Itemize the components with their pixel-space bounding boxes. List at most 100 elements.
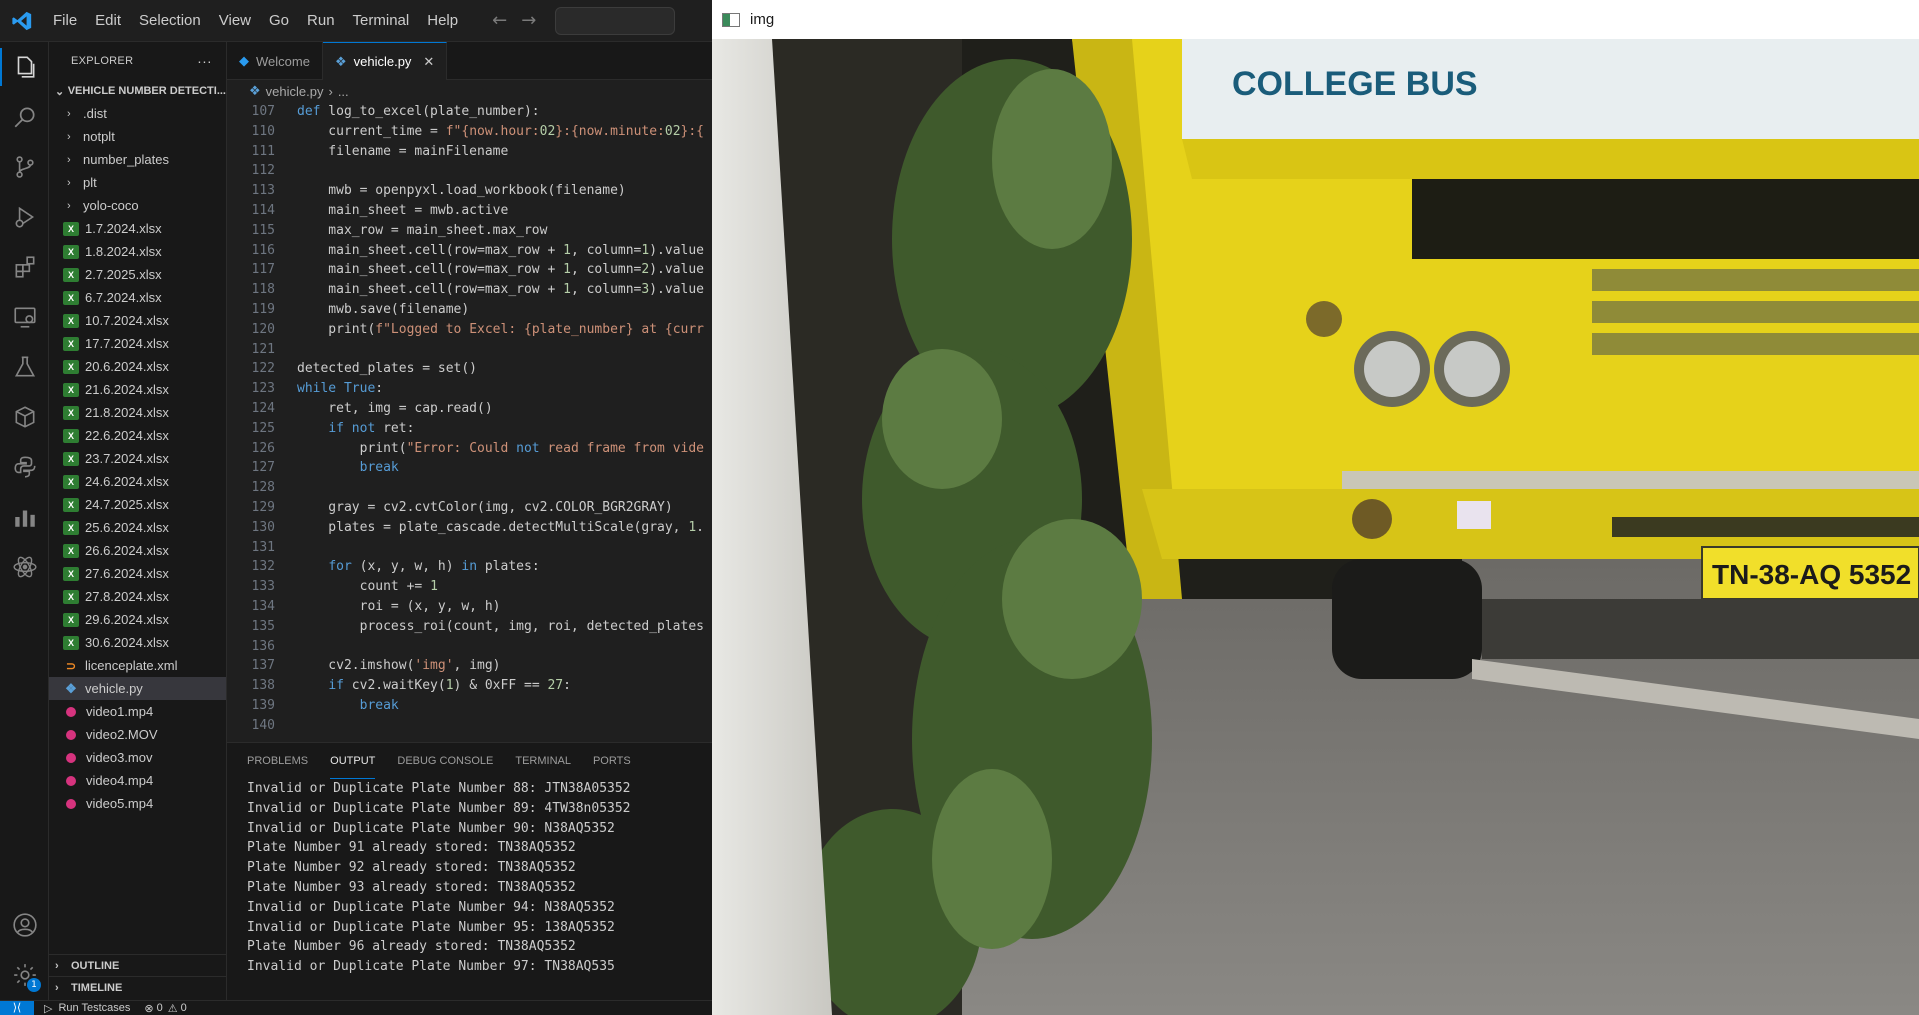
- tree-file-xlsx[interactable]: X 2.7.2025.xlsx: [49, 263, 226, 286]
- tab-problems[interactable]: PROBLEMS: [247, 743, 308, 779]
- code-line[interactable]: 132 for (x, y, w, h) in plates:: [227, 557, 712, 577]
- tab-output[interactable]: OUTPUT: [330, 743, 376, 779]
- menu-edit[interactable]: Edit: [86, 0, 130, 42]
- code-line[interactable]: 122 detected_plates = set(): [227, 359, 712, 379]
- tree-file-xlsx[interactable]: X 23.7.2024.xlsx: [49, 447, 226, 470]
- code-line[interactable]: 107 def log_to_excel(plate_number):: [227, 102, 712, 122]
- tree-folder[interactable]: › notplt: [49, 125, 226, 148]
- code-line[interactable]: 116 main_sheet.cell(row=max_row + 1, col…: [227, 241, 712, 261]
- tree-file-video[interactable]: video3.mov: [49, 746, 226, 769]
- breadcrumb-file[interactable]: vehicle.py: [266, 84, 324, 99]
- tab-terminal[interactable]: TERMINAL: [515, 743, 571, 779]
- tree-file-xlsx[interactable]: X 1.7.2024.xlsx: [49, 217, 226, 240]
- remote-explorer-icon[interactable]: [0, 292, 49, 342]
- warning-count[interactable]: 0: [181, 1002, 187, 1014]
- code-line[interactable]: 139 break: [227, 696, 712, 716]
- packages-icon[interactable]: [0, 392, 49, 442]
- code-line[interactable]: 134 roi = (x, y, w, h): [227, 597, 712, 617]
- menu-help[interactable]: Help: [418, 0, 467, 42]
- back-arrow-icon[interactable]: ←: [485, 10, 514, 31]
- tree-file-xlsx[interactable]: X 26.6.2024.xlsx: [49, 539, 226, 562]
- menu-file[interactable]: File: [44, 0, 86, 42]
- tree-file-xlsx[interactable]: X 27.8.2024.xlsx: [49, 585, 226, 608]
- extensions-icon[interactable]: [0, 242, 49, 292]
- tab-vehicle-py[interactable]: ❖ vehicle.py ✕: [322, 42, 448, 80]
- menu-selection[interactable]: Selection: [130, 0, 210, 42]
- code-line[interactable]: 138 if cv2.waitKey(1) & 0xFF == 27:: [227, 676, 712, 696]
- tree-file-xlsx[interactable]: X 22.6.2024.xlsx: [49, 424, 226, 447]
- tree-file-xlsx[interactable]: X 25.6.2024.xlsx: [49, 516, 226, 539]
- tab-debug-console[interactable]: DEBUG CONSOLE: [397, 743, 493, 779]
- code-line[interactable]: 123 while True:: [227, 379, 712, 399]
- tree-file-xlsx[interactable]: X 21.6.2024.xlsx: [49, 378, 226, 401]
- tree-folder[interactable]: › .dist: [49, 102, 226, 125]
- code-line[interactable]: 121: [227, 340, 712, 360]
- code-line[interactable]: 118 main_sheet.cell(row=max_row + 1, col…: [227, 280, 712, 300]
- tree-file-xlsx[interactable]: X 24.7.2025.xlsx: [49, 493, 226, 516]
- testing-flask-icon[interactable]: [0, 342, 49, 392]
- tree-file-xlsx[interactable]: X 24.6.2024.xlsx: [49, 470, 226, 493]
- tree-file-xlsx[interactable]: X 10.7.2024.xlsx: [49, 309, 226, 332]
- tree-folder[interactable]: › number_plates: [49, 148, 226, 171]
- command-center-search[interactable]: [555, 6, 676, 35]
- atom-icon[interactable]: [0, 542, 49, 592]
- tree-folder[interactable]: › plt: [49, 171, 226, 194]
- opencv-image-window[interactable]: img COLLEGE BUS TN-38-AQ 5352: [712, 0, 1919, 1015]
- menu-go[interactable]: Go: [260, 0, 298, 42]
- code-line[interactable]: 130 plates = plate_cascade.detectMultiSc…: [227, 518, 712, 538]
- close-icon[interactable]: ✕: [423, 54, 434, 70]
- code-line[interactable]: 136: [227, 637, 712, 657]
- settings-gear-icon[interactable]: 1: [0, 950, 49, 1000]
- code-line[interactable]: 125 if not ret:: [227, 419, 712, 439]
- code-line[interactable]: 140: [227, 716, 712, 736]
- forward-arrow-icon[interactable]: →: [514, 10, 543, 31]
- code-line[interactable]: 131: [227, 538, 712, 558]
- tree-file-xlsx[interactable]: X 21.8.2024.xlsx: [49, 401, 226, 424]
- outline-section[interactable]: › OUTLINE: [49, 954, 227, 976]
- code-line[interactable]: 126 print("Error: Could not read frame f…: [227, 439, 712, 459]
- workspace-folder-header[interactable]: ⌄ VEHICLE NUMBER DETECTI...: [49, 80, 226, 102]
- code-line[interactable]: 110 current_time = f"{now.hour:02}:{now.…: [227, 122, 712, 142]
- code-line[interactable]: 114 main_sheet = mwb.active: [227, 201, 712, 221]
- image-window-titlebar[interactable]: img: [712, 0, 1919, 39]
- tree-file-xlsx[interactable]: X 27.6.2024.xlsx: [49, 562, 226, 585]
- code-line[interactable]: 129 gray = cv2.cvtColor(img, cv2.COLOR_B…: [227, 498, 712, 518]
- chart-icon[interactable]: [0, 492, 49, 542]
- code-line[interactable]: 111 filename = mainFilename: [227, 142, 712, 162]
- code-line[interactable]: 124 ret, img = cap.read(): [227, 399, 712, 419]
- code-line[interactable]: 127 break: [227, 458, 712, 478]
- tree-folder[interactable]: › yolo-coco: [49, 194, 226, 217]
- tree-file-video[interactable]: video1.mp4: [49, 700, 226, 723]
- menu-view[interactable]: View: [210, 0, 260, 42]
- tab-ports[interactable]: PORTS: [593, 743, 631, 779]
- error-count[interactable]: 0: [157, 1002, 163, 1014]
- tree-file-video[interactable]: video5.mp4: [49, 792, 226, 815]
- more-actions-icon[interactable]: ···: [197, 53, 212, 69]
- code-line[interactable]: 117 main_sheet.cell(row=max_row + 1, col…: [227, 260, 712, 280]
- python-icon[interactable]: [0, 442, 49, 492]
- code-line[interactable]: 128: [227, 478, 712, 498]
- output-log[interactable]: Invalid or Duplicate Plate Number 88: JT…: [227, 779, 712, 977]
- run-testcases-button[interactable]: Run Testcases: [58, 1002, 130, 1014]
- tree-file-xlsx[interactable]: X 20.6.2024.xlsx: [49, 355, 226, 378]
- code-line[interactable]: 115 max_row = main_sheet.max_row: [227, 221, 712, 241]
- timeline-section[interactable]: › TIMELINE: [49, 976, 227, 998]
- explorer-icon[interactable]: [0, 42, 49, 92]
- code-line[interactable]: 119 mwb.save(filename): [227, 300, 712, 320]
- breadcrumb-symbol[interactable]: ...: [338, 84, 349, 99]
- code-line[interactable]: 120 print(f"Logged to Excel: {plate_numb…: [227, 320, 712, 340]
- tree-file-py[interactable]: ❖ vehicle.py: [49, 677, 226, 700]
- tab-welcome[interactable]: ◆ Welcome: [227, 42, 323, 80]
- code-line[interactable]: 135 process_roi(count, img, roi, detecte…: [227, 617, 712, 637]
- tree-file-video[interactable]: video4.mp4: [49, 769, 226, 792]
- code-line[interactable]: 113 mwb = openpyxl.load_workbook(filenam…: [227, 181, 712, 201]
- tree-file-xlsx[interactable]: X 1.8.2024.xlsx: [49, 240, 226, 263]
- code-line[interactable]: 137 cv2.imshow('img', img): [227, 656, 712, 676]
- run-debug-icon[interactable]: [0, 192, 49, 242]
- remote-indicator-icon[interactable]: ⟩⟨: [0, 1000, 34, 1015]
- account-icon[interactable]: [0, 900, 49, 950]
- menu-terminal[interactable]: Terminal: [344, 0, 419, 42]
- tree-file-xlsx[interactable]: X 29.6.2024.xlsx: [49, 608, 226, 631]
- tree-file-xlsx[interactable]: X 6.7.2024.xlsx: [49, 286, 226, 309]
- tree-file-xml[interactable]: ⊃ licenceplate.xml: [49, 654, 226, 677]
